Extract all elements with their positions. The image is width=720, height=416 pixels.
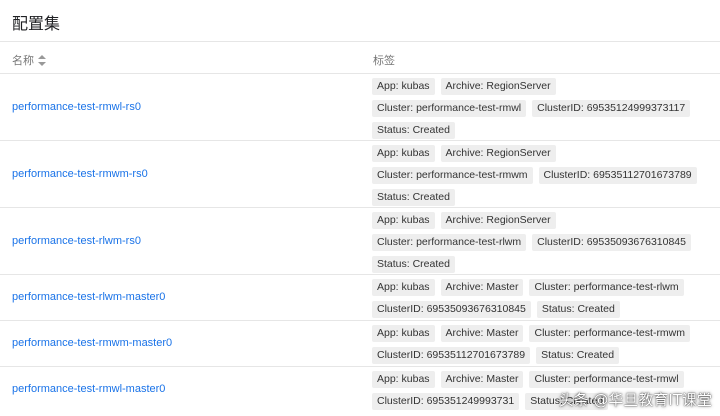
row-labels: App: kubas Archive: RegionServer Cluster… (372, 212, 714, 273)
table-row: performance-test-rmwm-rs0 App: kubas Arc… (0, 141, 720, 208)
watermark: 头条 @华旦教育IT课堂 (558, 391, 712, 409)
label-chip: Cluster: performance-test-rlwm (372, 234, 527, 251)
label-chip: Cluster: performance-test-rmwm (529, 325, 691, 342)
row-labels: App: kubas Archive: Master Cluster: perf… (372, 279, 714, 318)
label-chip: Cluster: performance-test-rmwl (529, 371, 684, 388)
table-row: performance-test-rlwm-rs0 App: kubas Arc… (0, 208, 720, 275)
label-chip: ClusterID: 695351249993731 (372, 393, 520, 410)
label-chip: App: kubas (372, 325, 435, 342)
label-chip: Archive: RegionServer (440, 78, 556, 95)
row-labels: App: kubas Archive: RegionServer Cluster… (372, 145, 714, 206)
label-chip: Cluster: performance-test-rlwm (529, 279, 684, 296)
row-labels: App: kubas Archive: Master Cluster: perf… (372, 325, 714, 364)
table-row: performance-test-rmwm-master0 App: kubas… (0, 321, 720, 367)
row-name-link[interactable]: performance-test-rmwm-master0 (12, 337, 172, 349)
label-chip: Archive: RegionServer (440, 145, 556, 162)
label-chip: Cluster: performance-test-rmwl (372, 100, 527, 117)
table-body: performance-test-rmwl-rs0 App: kubas Arc… (0, 74, 720, 413)
row-name-link[interactable]: performance-test-rmwl-master0 (12, 383, 165, 395)
name-column-header[interactable]: 名称 (12, 52, 46, 68)
label-chip: Cluster: performance-test-rmwm (372, 167, 533, 184)
label-chip: Status: Created (536, 301, 620, 318)
label-chip: Status: Created (536, 347, 620, 364)
label-chip: App: kubas (372, 279, 435, 296)
row-labels: App: kubas Archive: RegionServer Cluster… (372, 78, 714, 139)
label-chip: App: kubas (372, 145, 435, 162)
label-chip: ClusterID: 69535093676310845 (372, 301, 531, 318)
table-header: 名称 标签 (0, 42, 720, 74)
label-chip: Archive: RegionServer (440, 212, 556, 229)
row-name-link[interactable]: performance-test-rlwm-rs0 (12, 235, 141, 247)
label-chip: Status: Created (372, 256, 455, 273)
labels-column-header: 标签 (373, 55, 395, 67)
page-title: 配置集 (12, 16, 61, 33)
label-chip: ClusterID: 69535112701673789 (538, 167, 697, 184)
label-chip: Status: Created (372, 189, 455, 206)
table-row: performance-test-rlwm-master0 App: kubas… (0, 275, 720, 321)
sort-icon[interactable] (38, 54, 46, 66)
label-chip: ClusterID: 69535112701673789 (372, 347, 531, 364)
label-chip: ClusterID: 69535093676310845 (532, 234, 691, 251)
label-chip: App: kubas (372, 212, 435, 229)
label-chip: Archive: Master (440, 371, 524, 388)
row-name-link[interactable]: performance-test-rmwm-rs0 (12, 168, 148, 180)
label-chip: App: kubas (372, 78, 435, 95)
label-chip: ClusterID: 69535124999373117 (532, 100, 691, 117)
name-column-header-label: 名称 (12, 55, 34, 67)
label-chip: App: kubas (372, 371, 435, 388)
table-row: performance-test-rmwl-rs0 App: kubas Arc… (0, 74, 720, 141)
row-name-link[interactable]: performance-test-rmwl-rs0 (12, 101, 141, 113)
label-chip: Status: Created (372, 122, 455, 139)
row-name-link[interactable]: performance-test-rlwm-master0 (12, 291, 165, 303)
label-chip: Archive: Master (440, 279, 524, 296)
label-chip: Archive: Master (440, 325, 524, 342)
